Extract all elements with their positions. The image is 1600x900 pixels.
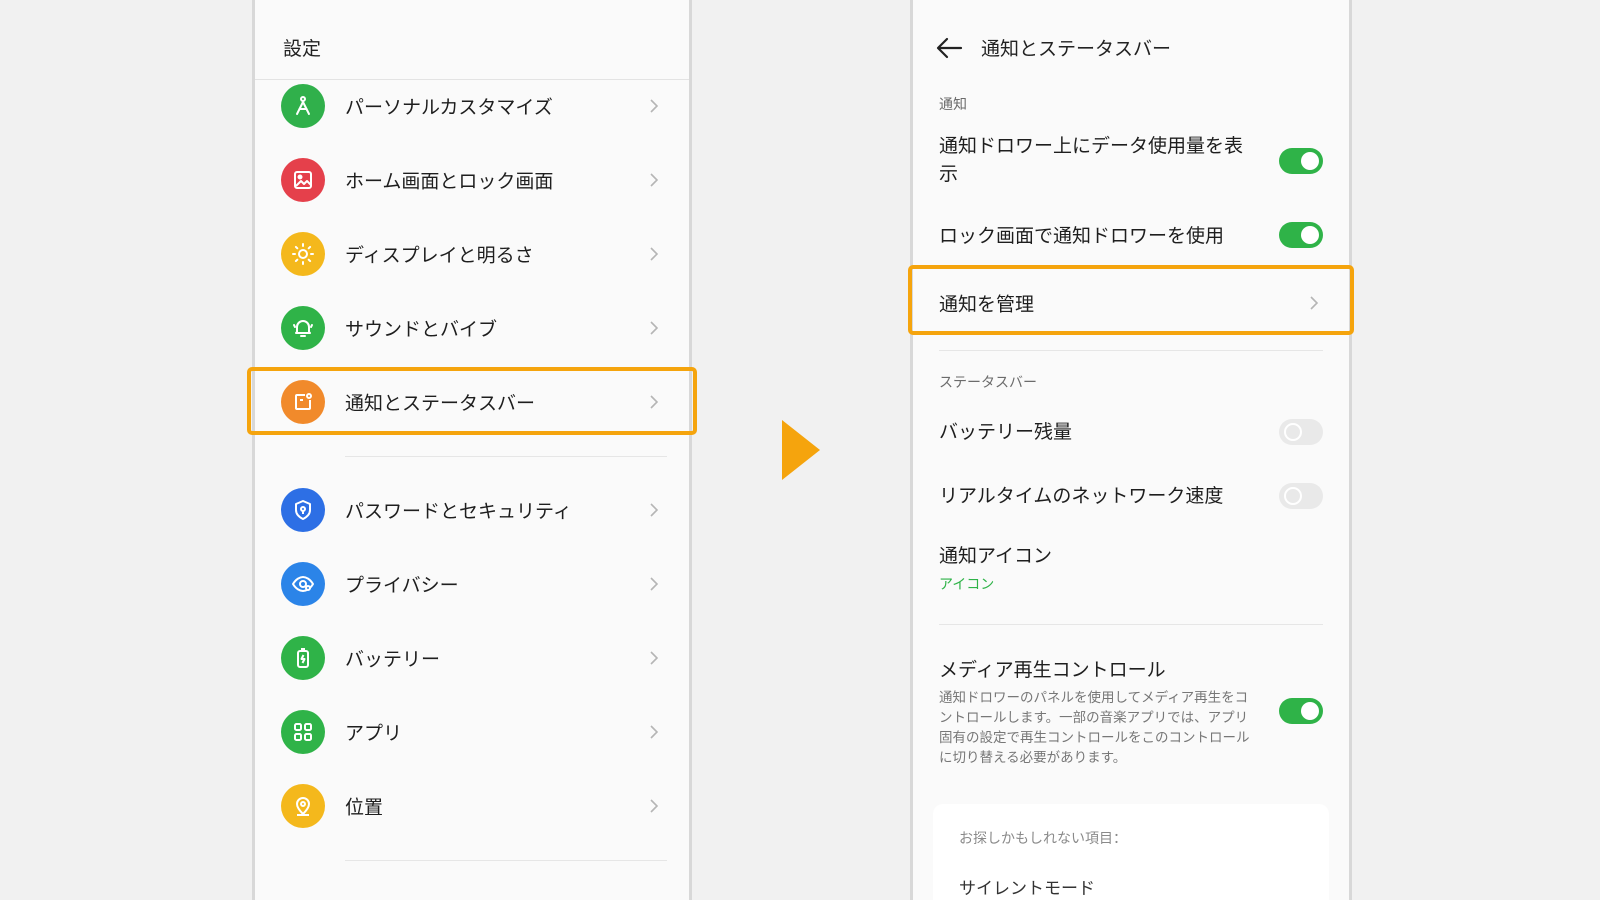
menu-item-home-lock-screen[interactable]: ホーム画面とロック画面 bbox=[255, 148, 689, 212]
toggle-knob bbox=[1301, 152, 1319, 170]
lock-drawer-label: ロック画面で通知ドロワーを使用 bbox=[939, 225, 1225, 247]
menu-item-label: プライバシー bbox=[345, 574, 459, 597]
menu-item-label: パーソナルカスタマイズ bbox=[345, 96, 553, 119]
group-divider bbox=[345, 860, 667, 861]
chevron-right-icon bbox=[650, 577, 659, 591]
chevron-right-icon bbox=[650, 651, 659, 665]
network-speed-toggle[interactable] bbox=[1279, 483, 1323, 509]
flow-arrow-icon bbox=[782, 420, 820, 480]
manage-notifications-label: 通知を管理 bbox=[939, 293, 1035, 316]
battery-icon bbox=[281, 636, 325, 680]
menu-item-location[interactable]: 位置 bbox=[255, 774, 689, 838]
toggle-knob bbox=[1284, 423, 1302, 441]
section-divider bbox=[939, 350, 1323, 351]
section-label-notification: 通知 bbox=[939, 97, 967, 113]
menu-item-battery[interactable]: バッテリー bbox=[255, 626, 689, 690]
group-divider bbox=[345, 456, 667, 457]
chevron-right-icon bbox=[650, 725, 659, 739]
chevron-right-icon bbox=[650, 799, 659, 813]
page-title: 通知とステータスバー bbox=[981, 38, 1172, 60]
lock-drawer-toggle[interactable] bbox=[1279, 222, 1323, 248]
media-control-toggle[interactable] bbox=[1279, 698, 1323, 724]
menu-item-label: パスワードとセキュリティ bbox=[345, 500, 572, 523]
menu-item-label: 位置 bbox=[345, 796, 384, 819]
notification-icon-label[interactable]: 通知アイコン bbox=[939, 542, 1052, 570]
chevron-right-icon bbox=[650, 247, 659, 261]
menu-item-sound-vibration[interactable]: サウンドとバイブ bbox=[255, 296, 689, 360]
menu-item-personalize[interactable]: パーソナルカスタマイズ bbox=[255, 74, 689, 138]
section-label-statusbar: ステータスバー bbox=[939, 375, 1037, 391]
media-control-label: メディア再生コントロール bbox=[939, 659, 1166, 681]
notification-statusbar-screen: 通知とステータスバー 通知 通知ドロワー上にデータ使用量を表示 ロック画面で通知… bbox=[910, 0, 1352, 900]
suggestion-item[interactable]: サイレントモード bbox=[959, 874, 1095, 899]
data-usage-toggle[interactable] bbox=[1279, 148, 1323, 174]
menu-item-label: ディスプレイと明るさ bbox=[345, 244, 534, 267]
toggle-knob bbox=[1284, 487, 1302, 505]
apps-grid-icon bbox=[281, 710, 325, 754]
section-divider bbox=[939, 624, 1323, 625]
battery-level-label: バッテリー残量 bbox=[939, 421, 1073, 443]
chevron-right-icon bbox=[650, 395, 659, 409]
notification-icon bbox=[281, 380, 325, 424]
media-control-description: 通知ドロワーのパネルを使用してメディア再生をコントロールします。一部の音楽アプリ… bbox=[939, 690, 1250, 766]
brightness-icon bbox=[281, 232, 325, 276]
network-speed-label: リアルタイムのネットワーク速度 bbox=[939, 485, 1224, 507]
page-title: 設定 bbox=[283, 38, 322, 60]
notification-icon-value: アイコン bbox=[939, 577, 995, 593]
menu-item-display-brightness[interactable]: ディスプレイと明るさ bbox=[255, 222, 689, 286]
wallpaper-icon bbox=[281, 158, 325, 202]
manage-notifications-row[interactable]: 通知を管理 bbox=[913, 272, 1349, 334]
menu-item-apps[interactable]: アプリ bbox=[255, 700, 689, 764]
menu-item-label: バッテリー bbox=[345, 648, 441, 671]
shield-icon bbox=[281, 488, 325, 532]
suggestions-card: お探しかもしれない項目： サイレントモード bbox=[933, 804, 1329, 900]
chevron-right-icon bbox=[650, 321, 659, 335]
menu-item-label: 通知とステータスバー bbox=[345, 392, 536, 415]
personalize-icon bbox=[281, 84, 325, 128]
privacy-eye-icon bbox=[281, 562, 325, 606]
chevron-right-icon bbox=[650, 503, 659, 517]
menu-item-password-security[interactable]: パスワードとセキュリティ bbox=[255, 478, 689, 542]
back-arrow-icon[interactable] bbox=[935, 36, 963, 60]
chevron-right-icon bbox=[1310, 296, 1319, 310]
suggestions-label: お探しかもしれない項目： bbox=[959, 831, 1127, 847]
data-usage-label: 通知ドロワー上にデータ使用量を表示 bbox=[939, 135, 1244, 185]
menu-item-label: ホーム画面とロック画面 bbox=[345, 170, 554, 193]
toggle-knob bbox=[1301, 702, 1319, 720]
chevron-right-icon bbox=[650, 99, 659, 113]
menu-item-label: サウンドとバイブ bbox=[345, 318, 498, 341]
toggle-knob bbox=[1301, 226, 1319, 244]
bell-icon bbox=[281, 306, 325, 350]
menu-item-label: アプリ bbox=[345, 722, 403, 745]
menu-item-notification-statusbar[interactable]: 通知とステータスバー bbox=[255, 370, 689, 434]
location-icon bbox=[281, 784, 325, 828]
settings-screen: 設定 パーソナルカスタマイズ ホーム画面とロック画面 ディスプレイと明るさ サウ… bbox=[252, 0, 692, 900]
chevron-right-icon bbox=[650, 173, 659, 187]
menu-item-privacy[interactable]: プライバシー bbox=[255, 552, 689, 616]
battery-level-toggle[interactable] bbox=[1279, 419, 1323, 445]
